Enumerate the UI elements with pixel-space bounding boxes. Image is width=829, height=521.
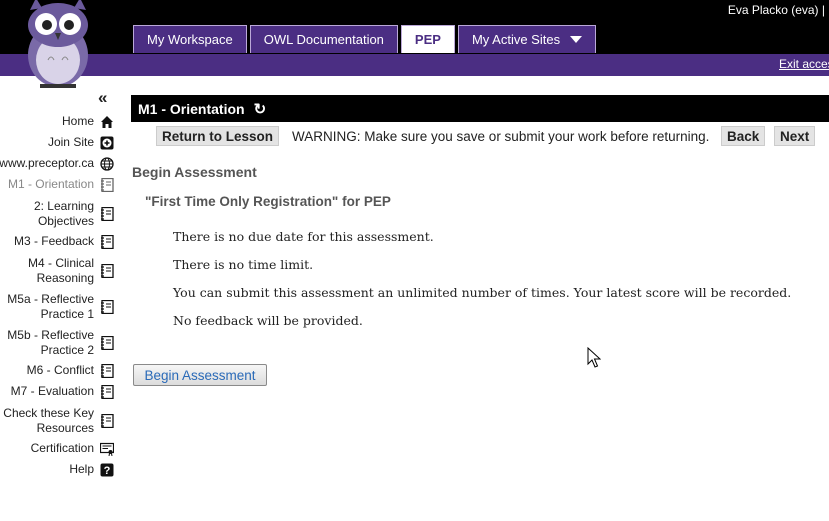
sidebar-item-label: M7 - Evaluation bbox=[10, 384, 94, 398]
sidebar-item-label-line2: Reasoning bbox=[36, 271, 94, 285]
notebook-icon bbox=[101, 384, 114, 399]
back-button[interactable]: Back bbox=[721, 126, 766, 146]
svg-text:?: ? bbox=[104, 465, 111, 477]
sidebar-item-label: www.preceptor.ca bbox=[0, 156, 94, 170]
sidebar-item-label-line1: M5b - Reflective bbox=[7, 328, 94, 342]
sidebar-item-label-line2: Practice 2 bbox=[40, 343, 94, 357]
sidebar-item-preceptor[interactable]: www.preceptor.ca bbox=[0, 156, 114, 171]
caret-down-icon bbox=[570, 36, 583, 43]
site-tabs: My Workspace OWL Documentation PEP My Ac… bbox=[133, 25, 597, 53]
owl-logo-icon[interactable] bbox=[18, 0, 98, 90]
sidebar-item-help[interactable]: Help ? bbox=[69, 462, 114, 477]
sidebar-item-label-line1: M4 - Clinical bbox=[27, 256, 94, 270]
sidebar-item-label: Join Site bbox=[47, 135, 94, 149]
user-display[interactable]: Eva Placko (eva) | bbox=[728, 3, 825, 17]
home-icon bbox=[101, 115, 113, 128]
next-button[interactable]: Next bbox=[774, 126, 816, 146]
globe-icon bbox=[100, 156, 114, 171]
certificate-icon bbox=[100, 442, 114, 456]
notebook-icon bbox=[101, 264, 114, 278]
notebook-icon bbox=[101, 234, 114, 249]
sidebar-item-m7-evaluation[interactable]: M7 - Evaluation bbox=[11, 384, 114, 399]
sidebar-item-certification[interactable]: Certification bbox=[31, 441, 114, 456]
return-to-lesson-button[interactable]: Return to Lesson bbox=[156, 126, 280, 146]
section-heading: Begin Assessment bbox=[132, 164, 257, 180]
notebook-icon bbox=[101, 363, 114, 378]
sidebar-item-learning-objectives[interactable]: 2: Learning Objectives bbox=[34, 199, 114, 229]
info-line: No feedback will be provided. bbox=[173, 313, 363, 328]
sidebar-item-label: Home bbox=[61, 114, 94, 128]
tool-title-bar: M1 - Orientation ↻ bbox=[131, 95, 829, 122]
sidebar-item-join-site[interactable]: Join Site bbox=[48, 135, 114, 150]
double-chevron-left-icon[interactable]: « bbox=[98, 88, 107, 108]
sidebar-item-m6-conflict[interactable]: M6 - Conflict bbox=[27, 363, 114, 378]
tab-my-workspace[interactable]: My Workspace bbox=[133, 25, 247, 53]
page-title: M1 - Orientation bbox=[138, 100, 245, 117]
info-line: There is no time limit. bbox=[173, 257, 314, 272]
sidebar-item-label-line2: Practice 1 bbox=[40, 307, 94, 321]
begin-assessment-button[interactable]: Begin Assessment bbox=[133, 364, 267, 386]
sidebar-item-m5a-reflective-practice[interactable]: M5a - Reflective Practice 1 bbox=[7, 292, 114, 322]
info-line: You can submit this assessment an unlimi… bbox=[173, 285, 792, 300]
sidebar-item-home[interactable]: Home bbox=[62, 114, 114, 129]
notebook-icon bbox=[101, 414, 114, 428]
warning-text: WARNING: Make sure you save or submit yo… bbox=[292, 129, 710, 144]
sidebar-item-label-line2: Resources bbox=[36, 421, 94, 435]
sidebar-item-label: M1 - Orientation bbox=[7, 177, 94, 191]
sidebar-item-m5b-reflective-practice[interactable]: M5b - Reflective Practice 2 bbox=[7, 328, 114, 358]
notebook-icon bbox=[101, 336, 114, 350]
mouse-cursor-icon bbox=[587, 347, 601, 368]
sidebar-item-m3-feedback[interactable]: M3 - Feedback bbox=[14, 234, 114, 249]
lesson-nav-bar: Return to Lesson WARNING: Make sure you … bbox=[131, 126, 829, 148]
sidebar-item-label-line1: Check these Key bbox=[3, 406, 94, 420]
tab-my-active-sites-label: My Active Sites bbox=[471, 32, 561, 47]
tab-owl-documentation[interactable]: OWL Documentation bbox=[249, 25, 398, 53]
sidebar-item-label-line1: M5a - Reflective bbox=[7, 292, 94, 306]
notebook-icon bbox=[101, 207, 114, 221]
help-icon: ? bbox=[100, 463, 114, 477]
notebook-icon bbox=[101, 300, 114, 314]
tab-pep[interactable]: PEP bbox=[400, 25, 455, 53]
sidebar-item-label: Help bbox=[69, 462, 94, 476]
sidebar-item-key-resources[interactable]: Check these Key Resources bbox=[3, 406, 114, 436]
exit-access-link[interactable]: Exit acces bbox=[779, 57, 829, 71]
header-purple-bar bbox=[0, 54, 829, 76]
sidebar-item-label-line2: Objectives bbox=[37, 214, 94, 228]
sidebar-item-label: M6 - Conflict bbox=[26, 363, 94, 377]
sidebar-item-m4-clinical-reasoning[interactable]: M4 - Clinical Reasoning bbox=[28, 256, 114, 286]
sidebar-item-label: Certification bbox=[30, 441, 94, 455]
tab-my-active-sites[interactable]: My Active Sites bbox=[457, 25, 597, 53]
sidebar-item-label: M4 - Clinical Reasoning bbox=[28, 256, 94, 286]
plus-box-icon bbox=[100, 136, 114, 149]
assessment-title: "First Time Only Registration" for PEP bbox=[145, 194, 391, 209]
info-line: There is no due date for this assessment… bbox=[173, 229, 434, 244]
notebook-icon bbox=[101, 177, 114, 192]
refresh-icon[interactable]: ↻ bbox=[254, 100, 267, 118]
sidebar-item-label: M5b - Reflective Practice 2 bbox=[7, 328, 94, 358]
sidebar-item-label-line1: 2: Learning bbox=[33, 199, 94, 213]
sidebar-item-label: Check these Key Resources bbox=[3, 406, 94, 436]
sidebar-item-label: M5a - Reflective Practice 1 bbox=[7, 292, 94, 322]
sidebar-item-m1-orientation[interactable]: M1 - Orientation bbox=[8, 177, 114, 192]
sidebar-item-label: 2: Learning Objectives bbox=[34, 199, 94, 229]
sidebar-item-label: M3 - Feedback bbox=[13, 234, 94, 248]
